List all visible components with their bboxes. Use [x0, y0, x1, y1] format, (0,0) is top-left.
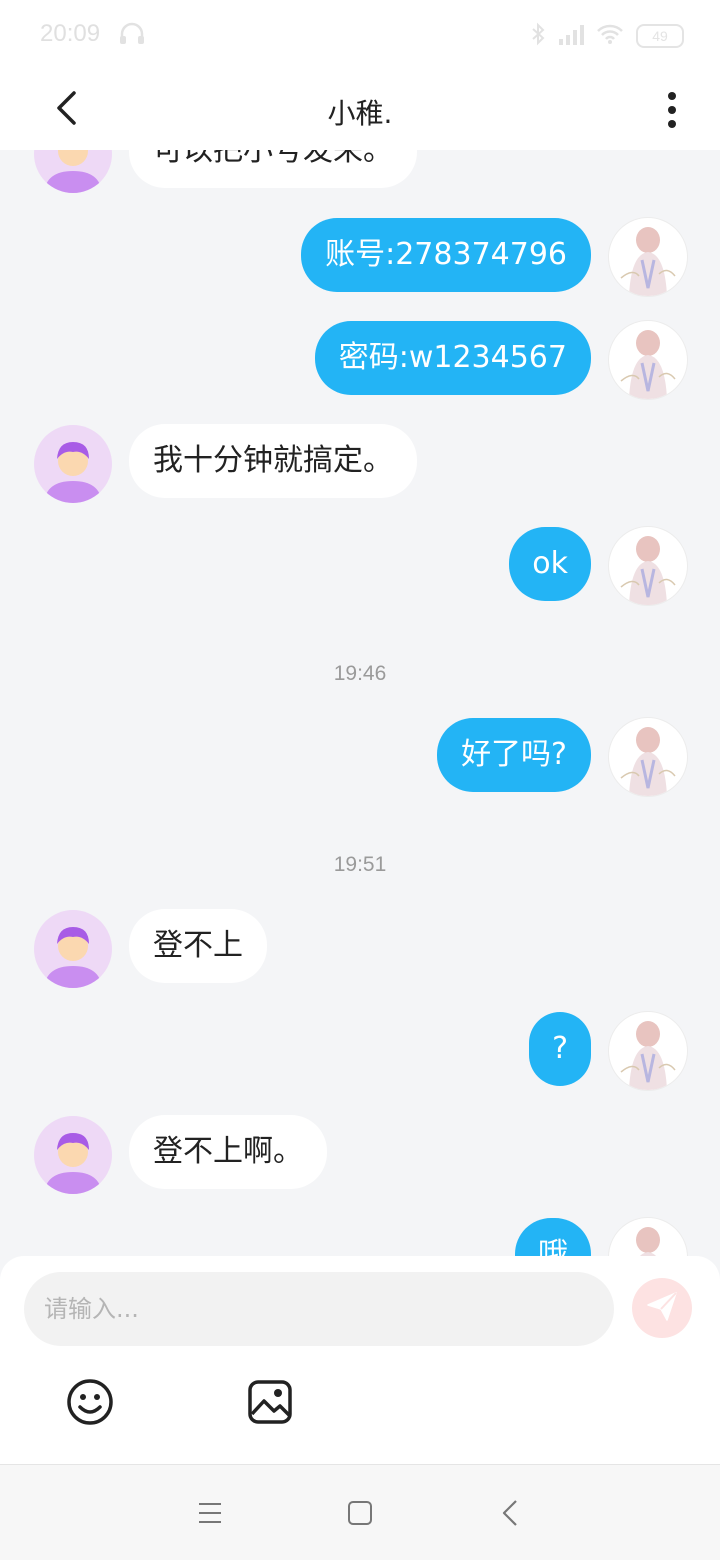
message-outgoing: 好了吗? [437, 718, 591, 792]
signal-icon [558, 23, 584, 49]
headset-icon [118, 22, 146, 50]
user-avatar[interactable] [608, 1217, 688, 1258]
wifi-icon [596, 23, 624, 49]
status-bar: 20:09 49 [0, 0, 720, 70]
contact-avatar[interactable] [34, 425, 112, 503]
message-incoming: 登不上 [129, 909, 267, 983]
status-icons: 49 [530, 22, 684, 50]
smiley-icon [64, 1379, 116, 1432]
message-outgoing: 账号:278374796 [301, 218, 591, 292]
more-dot [668, 120, 676, 128]
more-dot [668, 92, 676, 100]
message-incoming: 可以把小号发来。 [129, 150, 417, 188]
menu-icon [190, 1503, 230, 1537]
message-incoming: 登不上啊。 [129, 1115, 327, 1189]
chat-header: 小稚. [0, 70, 720, 150]
status-time: 20:09 [40, 20, 101, 47]
contact-avatar[interactable] [34, 1116, 112, 1194]
message-outgoing: ? [529, 1012, 591, 1086]
user-avatar[interactable] [608, 526, 688, 606]
square-icon [340, 1501, 380, 1537]
user-avatar[interactable] [608, 717, 688, 797]
more-dot [668, 106, 676, 114]
message-input-container[interactable] [24, 1272, 614, 1346]
composer-panel [0, 1256, 720, 1464]
timestamp: 19:51 [333, 853, 387, 876]
contact-avatar[interactable] [34, 150, 112, 193]
message-outgoing: 密码:w1234567 [314, 321, 591, 395]
chat-title: 小稚. [327, 97, 393, 130]
image-icon [244, 1380, 296, 1432]
emoji-button[interactable] [64, 1376, 116, 1428]
recents-button[interactable] [190, 1493, 230, 1533]
message-outgoing: 哦 [515, 1218, 591, 1258]
message-input[interactable] [24, 1272, 614, 1346]
chevron-left-icon [490, 1500, 530, 1537]
user-avatar[interactable] [608, 217, 688, 297]
image-button[interactable] [244, 1376, 296, 1428]
more-button[interactable] [652, 84, 692, 136]
message-incoming: 我十分钟就搞定。 [129, 424, 417, 498]
message-list[interactable]: 可以把小号发来。 账号:278374796 密码:w1234567 我十分钟就搞… [0, 150, 720, 1258]
system-nav-bar [0, 1465, 720, 1560]
battery-indicator: 49 [636, 24, 684, 48]
bluetooth-icon [530, 22, 546, 50]
user-avatar[interactable] [608, 1011, 688, 1091]
send-button[interactable] [632, 1278, 692, 1338]
contact-avatar[interactable] [34, 910, 112, 988]
user-avatar[interactable] [608, 320, 688, 400]
message-outgoing: ok [509, 527, 591, 601]
system-back-button[interactable] [490, 1493, 530, 1533]
timestamp: 19:46 [333, 662, 387, 685]
home-button[interactable] [340, 1493, 380, 1533]
send-icon [645, 1289, 679, 1327]
